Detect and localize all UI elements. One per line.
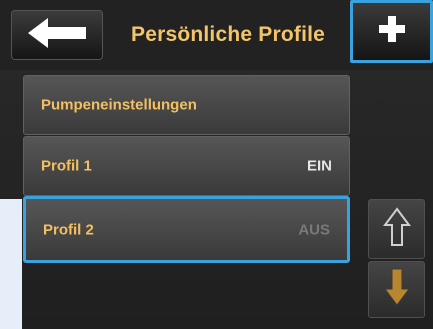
arrow-up-icon bbox=[382, 206, 411, 252]
background-panel bbox=[0, 199, 22, 329]
status-badge: AUS bbox=[298, 221, 330, 238]
pump-screen: Persönliche Profile Pumpeneinstellungen … bbox=[0, 0, 433, 329]
arrow-down-icon bbox=[383, 267, 411, 312]
list-item-label: Profil 1 bbox=[41, 157, 92, 175]
list-item-profile-1[interactable]: Profil 1 EIN bbox=[23, 136, 350, 196]
header-bar: Persönliche Profile bbox=[0, 0, 433, 70]
list-item-label: Pumpeneinstellungen bbox=[41, 96, 197, 114]
list-item-label: Profil 2 bbox=[43, 221, 94, 238]
add-profile-button[interactable] bbox=[350, 0, 433, 63]
page-title: Persönliche Profile bbox=[130, 23, 326, 46]
scroll-up-button[interactable] bbox=[368, 199, 425, 259]
plus-icon bbox=[377, 14, 407, 49]
back-button[interactable] bbox=[11, 10, 103, 60]
list-item-pump-settings[interactable]: Pumpeneinstellungen bbox=[23, 75, 350, 135]
status-badge: EIN bbox=[306, 157, 332, 175]
arrow-left-icon bbox=[26, 16, 88, 55]
list-item-profile-2[interactable]: Profil 2 AUS bbox=[23, 196, 350, 263]
scroll-down-button[interactable] bbox=[368, 261, 425, 318]
